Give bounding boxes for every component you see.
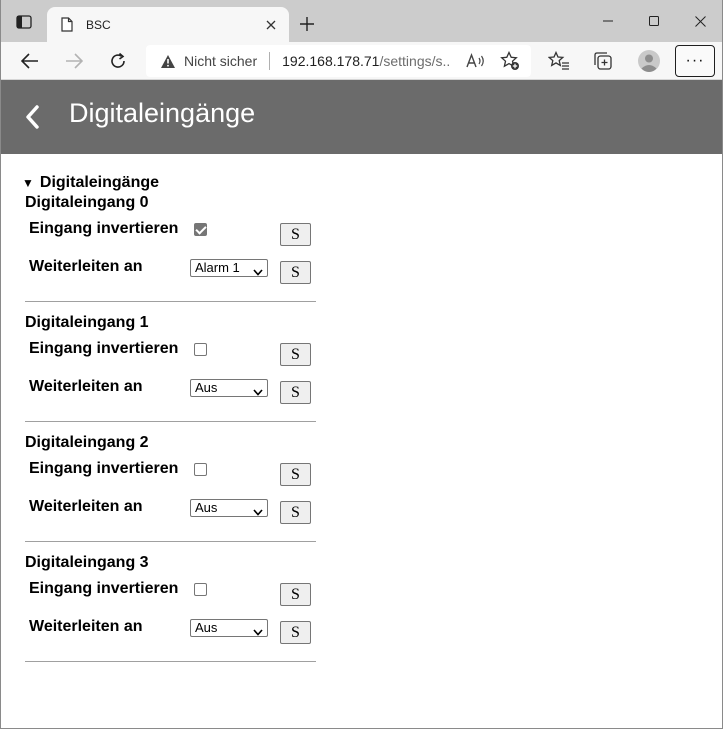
more-icon[interactable]: ··· [675, 45, 715, 77]
input-group-2: Digitaleingang 2 Eingang invertieren S W… [25, 434, 316, 554]
forward-select[interactable]: Aus [190, 619, 268, 637]
address-bar[interactable]: Nicht sicher 192.168.178.71/settings/s..… [146, 45, 531, 77]
invert-checkbox[interactable] [194, 463, 207, 476]
divider [25, 661, 316, 662]
minimize-icon[interactable] [585, 6, 631, 36]
divider [25, 421, 316, 422]
forward-select[interactable]: Aus [190, 379, 268, 397]
url-host: 192.168.178.71 [282, 53, 380, 69]
input-title: Digitaleingang 0 [25, 194, 149, 211]
invert-checkbox[interactable] [194, 223, 207, 236]
input-title: Digitaleingang 3 [25, 554, 149, 571]
forward-select-value: Aus [195, 620, 218, 635]
forward-label: Weiterleiten an [29, 258, 143, 275]
save-invert-button[interactable]: S [280, 223, 311, 246]
invert-label: Eingang invertieren [29, 340, 179, 357]
plus-icon[interactable] [294, 11, 320, 37]
forward-label: Weiterleiten an [29, 378, 143, 395]
page-title: Digitaleingänge [69, 98, 256, 128]
input-title: Digitaleingang 2 [25, 434, 149, 451]
section-label: Digitaleingänge [39, 174, 160, 191]
back-button[interactable] [17, 100, 47, 134]
chevron-down-icon [253, 384, 263, 400]
chevron-down-icon [253, 504, 263, 520]
forward-label: Weiterleiten an [29, 498, 143, 515]
invert-label: Eingang invertieren [29, 580, 179, 597]
settings-content: ▼ Digitaleingänge Digitaleingang 0 Einga… [1, 154, 722, 728]
invert-label: Eingang invertieren [29, 460, 179, 477]
app-header: Digitaleingänge [1, 80, 722, 154]
collections-icon[interactable] [587, 46, 619, 76]
title-bar: BSC [1, 0, 722, 42]
save-forward-button[interactable]: S [280, 501, 311, 524]
save-forward-button[interactable]: S [280, 621, 311, 644]
close-icon[interactable] [259, 13, 283, 37]
add-favorite-icon[interactable] [498, 49, 522, 73]
input-title: Digitaleingang 1 [25, 314, 149, 331]
chevron-down-icon [253, 264, 263, 280]
divider [25, 541, 316, 542]
tab-title: BSC [86, 17, 111, 32]
input-group-0: Digitaleingang 0 Eingang invertieren S W… [25, 194, 316, 314]
forward-select[interactable]: Alarm 1 [190, 259, 268, 277]
browser-toolbar: Nicht sicher 192.168.178.71/settings/s..… [1, 42, 722, 80]
forward-label: Weiterleiten an [29, 618, 143, 635]
chevron-down-icon [253, 624, 263, 640]
forward-select-value: Aus [195, 380, 218, 395]
forward-select-value: Aus [195, 500, 218, 515]
forward-select[interactable]: Aus [190, 499, 268, 517]
save-invert-button[interactable]: S [280, 583, 311, 606]
disclosure-triangle-icon: ▼ [22, 176, 34, 190]
warning-icon[interactable] [160, 53, 176, 69]
invert-label: Eingang invertieren [29, 220, 179, 237]
section-toggle[interactable]: ▼ Digitaleingänge [22, 174, 159, 192]
favicon-icon [60, 17, 74, 33]
forward-select-value: Alarm 1 [195, 260, 240, 275]
window-close-icon[interactable] [677, 6, 722, 36]
forward-arrow-icon[interactable] [58, 46, 90, 76]
save-forward-button[interactable]: S [280, 261, 311, 284]
url-path: /settings/s... [379, 53, 451, 69]
save-invert-button[interactable]: S [280, 343, 311, 366]
browser-tab[interactable]: BSC [47, 7, 289, 42]
read-aloud-icon[interactable] [464, 49, 488, 73]
tab-actions-icon[interactable] [9, 10, 39, 34]
maximize-icon[interactable] [631, 6, 677, 36]
input-group-3: Digitaleingang 3 Eingang invertieren S W… [25, 554, 316, 674]
profile-icon[interactable] [633, 46, 665, 76]
invert-checkbox[interactable] [194, 343, 207, 356]
save-forward-button[interactable]: S [280, 381, 311, 404]
input-group-1: Digitaleingang 1 Eingang invertieren S W… [25, 314, 316, 434]
security-label[interactable]: Nicht sicher [184, 53, 257, 69]
divider [25, 301, 316, 302]
save-invert-button[interactable]: S [280, 463, 311, 486]
back-arrow-icon[interactable] [14, 46, 46, 76]
address-divider [269, 52, 271, 70]
browser-window: BSC Nicht sicher 192.168.178.71/settings… [0, 0, 723, 729]
favorites-icon[interactable] [543, 46, 575, 76]
refresh-icon[interactable] [102, 46, 134, 76]
url-text[interactable]: 192.168.178.71/settings/s... [282, 53, 450, 69]
invert-checkbox[interactable] [194, 583, 207, 596]
